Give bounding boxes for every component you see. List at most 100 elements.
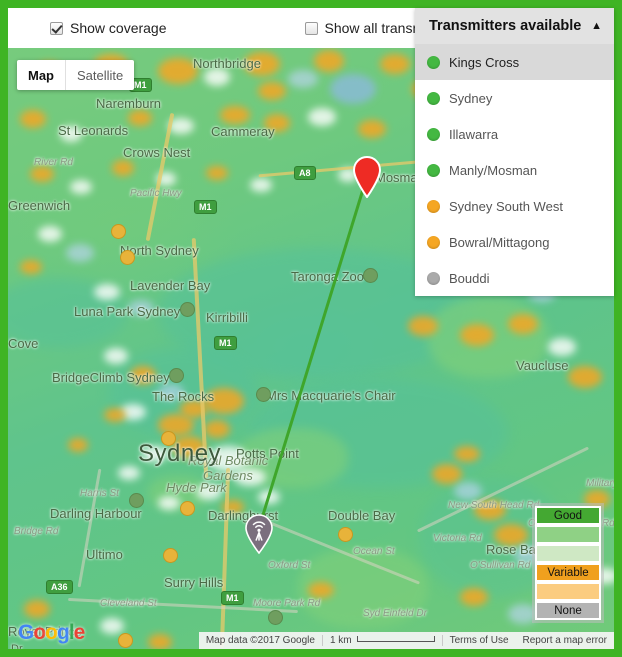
- coverage-blob: [548, 338, 576, 356]
- map-place-label: Cammeray: [211, 124, 275, 139]
- map-place-label: Taronga Zoo: [291, 269, 364, 284]
- legend-swatch: None: [535, 601, 601, 620]
- map-poi-icon[interactable]: [120, 250, 135, 265]
- map-place-label: Lavender Bay: [130, 278, 211, 293]
- transmitter-status-dot-icon: [427, 91, 440, 105]
- map-poi-icon[interactable]: [268, 610, 283, 625]
- google-logo-letter: o: [33, 621, 46, 644]
- coverage-blob: [408, 316, 438, 336]
- coverage-blob: [288, 70, 318, 88]
- map-place-label: St Leonards: [58, 123, 129, 138]
- map-poi-icon[interactable]: [180, 302, 195, 317]
- legend-swatch: [535, 582, 601, 601]
- map-place-label: Northbridge: [193, 56, 261, 71]
- collapse-caret-up-icon[interactable]: ▲: [591, 20, 602, 32]
- map-poi-icon[interactable]: [118, 633, 133, 648]
- map-poi-icon[interactable]: [111, 224, 126, 239]
- transmitter-pin[interactable]: [244, 514, 274, 559]
- transmitter-status-dot-icon: [427, 127, 440, 141]
- transmitter-item[interactable]: Kings Cross: [415, 44, 614, 80]
- map-poi-icon[interactable]: [169, 368, 184, 383]
- transmitter-status-dot-icon: [427, 199, 440, 213]
- map-place-label: Bridge Rd: [14, 526, 59, 537]
- coverage-blob: [206, 166, 228, 180]
- coverage-blob: [454, 446, 480, 462]
- transmitters-panel: Transmitters available ▲ Kings Cross Sydn…: [415, 8, 614, 296]
- transmitter-item[interactable]: Bowral/Mittagong: [415, 224, 614, 260]
- terms-of-use-link[interactable]: Terms of Use: [443, 635, 516, 646]
- report-map-error-link[interactable]: Report a map error: [516, 635, 614, 646]
- map-poi-icon[interactable]: [256, 387, 271, 402]
- legend-swatch: [535, 544, 601, 563]
- map-poi-icon[interactable]: [338, 527, 353, 542]
- coverage-blob: [454, 482, 482, 500]
- transmitter-status-dot-icon: [427, 235, 440, 249]
- transmitters-panel-header[interactable]: Transmitters available ▲: [415, 8, 614, 44]
- show-coverage-label: Show coverage: [70, 20, 167, 36]
- map-scale-bar: [356, 635, 435, 642]
- coverage-blob: [148, 634, 172, 649]
- map-place-label: Sydney: [138, 440, 222, 467]
- map-highway-shield: M1: [194, 200, 217, 214]
- map-place-label: River Rd: [34, 157, 73, 168]
- map-poi-icon[interactable]: [129, 493, 144, 508]
- map-place-label: Cleveland St: [100, 598, 157, 609]
- transmitter-item[interactable]: Sydney South West: [415, 188, 614, 224]
- coverage-blob: [104, 348, 128, 364]
- map-place-label: BridgeClimb Sydney: [52, 370, 170, 385]
- map-poi-icon[interactable]: [163, 548, 178, 563]
- map-place-label: Pacific Hwy: [130, 188, 182, 199]
- legend-swatch-label: Variable: [547, 566, 589, 579]
- transmitters-panel-title: Transmitters available: [429, 18, 582, 34]
- map-poi-icon[interactable]: [180, 501, 195, 516]
- transmitter-item-label: Kings Cross: [449, 54, 520, 70]
- map-type-map-button[interactable]: Map: [17, 60, 65, 90]
- transmitter-item[interactable]: Illawarra: [415, 116, 614, 152]
- google-logo-letter: e: [73, 621, 86, 644]
- map-place-label: New South Head Rd: [448, 500, 540, 511]
- show-coverage-checkbox-box[interactable]: [50, 21, 63, 35]
- legend-swatch-label: None: [554, 604, 582, 617]
- map-place-label: Mrs Macquarie's Chair: [266, 388, 396, 403]
- coverage-blob: [20, 260, 42, 274]
- coverage-blob: [24, 600, 50, 618]
- transmitter-status-dot-icon: [427, 163, 440, 177]
- destination-pin[interactable]: [352, 155, 382, 203]
- coverage-blob: [20, 110, 46, 128]
- transmitter-item[interactable]: Manly/Mosman: [415, 152, 614, 188]
- coverage-blob: [258, 82, 286, 100]
- coverage-blob: [250, 178, 272, 192]
- map-data-attribution: Map data ©2017 Google: [205, 635, 315, 646]
- coverage-blob: [118, 466, 140, 480]
- map-place-label: Double Bay: [328, 508, 396, 523]
- show-coverage-checkbox[interactable]: Show coverage: [50, 20, 167, 36]
- legend-swatch-label: Good: [553, 509, 583, 522]
- map-type-control[interactable]: Map Satellite: [17, 60, 135, 90]
- transmitter-item[interactable]: Bouddi: [415, 260, 614, 296]
- map-place-label: Syd Einfeld Dr: [363, 608, 427, 619]
- coverage-blob: [308, 582, 334, 598]
- application-root: Show coverage Show all transmitters Nort…: [0, 0, 622, 657]
- show-all-transmitters-checkbox-box[interactable]: [304, 21, 318, 35]
- map-place-label: Kirribilli: [206, 310, 248, 325]
- map-scale-control: 1 km: [323, 635, 442, 646]
- transmitter-item-label: Illawarra: [449, 126, 499, 142]
- map-poi-icon[interactable]: [161, 431, 176, 446]
- coverage-blob: [94, 284, 120, 300]
- legend-swatch: Good: [535, 506, 601, 525]
- coverage-blob: [432, 464, 462, 484]
- coverage-blob: [508, 314, 538, 334]
- map-type-satellite-button[interactable]: Satellite: [66, 60, 134, 90]
- map-poi-icon[interactable]: [363, 268, 378, 283]
- map-place-label: Greenwich: [8, 198, 71, 213]
- map-place-label: Darling Harbour: [50, 506, 142, 521]
- coverage-blob: [38, 226, 62, 242]
- coverage-legend: Good Variable None: [532, 503, 604, 623]
- coverage-blob: [112, 160, 134, 176]
- transmitter-item[interactable]: Sydney: [415, 80, 614, 116]
- coverage-blob: [104, 408, 126, 422]
- coverage-blob: [68, 438, 88, 452]
- map-place-label: Ocean St: [353, 546, 395, 557]
- coverage-blob: [70, 180, 92, 194]
- coverage-blob: [258, 490, 280, 504]
